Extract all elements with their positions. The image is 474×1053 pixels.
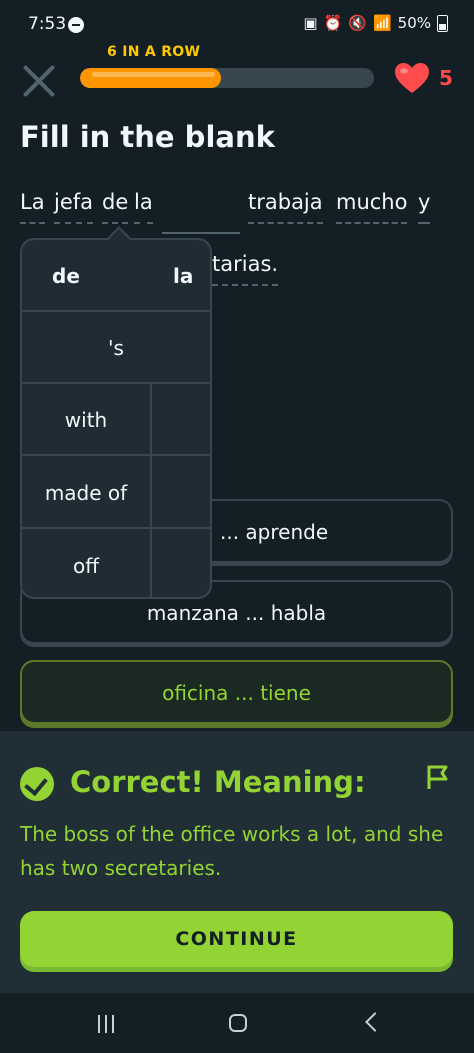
word-hint-popup: de la 's with made of off [20,226,212,599]
sentence-word-active[interactable]: la [134,190,153,224]
battery-saver-icon: ▣ [303,14,318,32]
feedback-panel: Correct! Meaning: The boss of the office… [0,731,474,993]
home-icon[interactable] [229,1014,247,1032]
lesson-progress-bar [80,68,374,88]
report-flag-icon[interactable] [424,763,452,791]
option-text: oficina ... tiene [162,681,311,705]
hearts-count: 5 [439,66,453,90]
sentence-word[interactable]: La [20,190,45,224]
status-time: 7:53 [28,14,67,34]
exercise-title: Fill in the blank [20,120,275,154]
system-nav-bar [0,993,474,1053]
hint-translation: 's [108,336,124,360]
answer-option-selected[interactable]: oficina ... tiene [20,660,453,724]
sentence-word[interactable]: trabaja [248,190,323,224]
answer-blank [162,232,240,234]
sentence-word[interactable]: mucho [336,190,408,224]
recents-icon[interactable] [98,1015,116,1033]
feedback-title: Correct! Meaning: [70,765,366,799]
check-icon [20,767,54,801]
word-text: trabaja [248,190,323,214]
feedback-translation: The boss of the office works a lot, and … [20,822,444,880]
mute-icon: 🔇 [348,14,367,32]
battery-icon [437,14,448,32]
battery-percent: 50% [397,14,431,32]
progress-highlight [92,72,216,77]
word-text: jefa [54,190,94,214]
progress-fill [80,68,222,88]
hint-header-word: de [52,264,80,288]
sentence-word[interactable]: y [418,190,431,224]
word-text: tarias. [212,252,279,276]
continue-button[interactable]: CONTINUE [20,911,453,967]
wifi-icon: 📶 [372,14,392,32]
word-text: y [418,190,431,214]
word-text: La [20,190,45,214]
heart-icon [395,63,429,93]
word-text: la [134,190,153,214]
hint-translation: with [64,408,108,432]
hint-translation: off [72,554,99,578]
sentence-word-active[interactable]: de [102,190,129,224]
streak-label: 6 IN A ROW [107,44,201,60]
popup-caret [106,226,132,252]
do-not-disturb-icon [68,17,84,33]
status-icons: ▣ ⏰ 🔇 📶 50% [303,14,448,32]
back-icon[interactable] [365,1012,385,1032]
lesson-header: 6 IN A ROW 5 [0,40,474,120]
alarm-icon: ⏰ [323,14,343,32]
word-text: mucho [336,190,408,214]
sentence-word[interactable]: tarias. [212,252,279,286]
sentence-word[interactable]: jefa [54,190,94,224]
hint-translation: made of [44,481,128,505]
option-text: manzana ... habla [146,601,327,625]
hint-header-word: la [173,264,194,288]
option-text: ... aprende [220,520,329,544]
close-icon[interactable] [22,64,56,98]
word-text: de [102,190,129,214]
